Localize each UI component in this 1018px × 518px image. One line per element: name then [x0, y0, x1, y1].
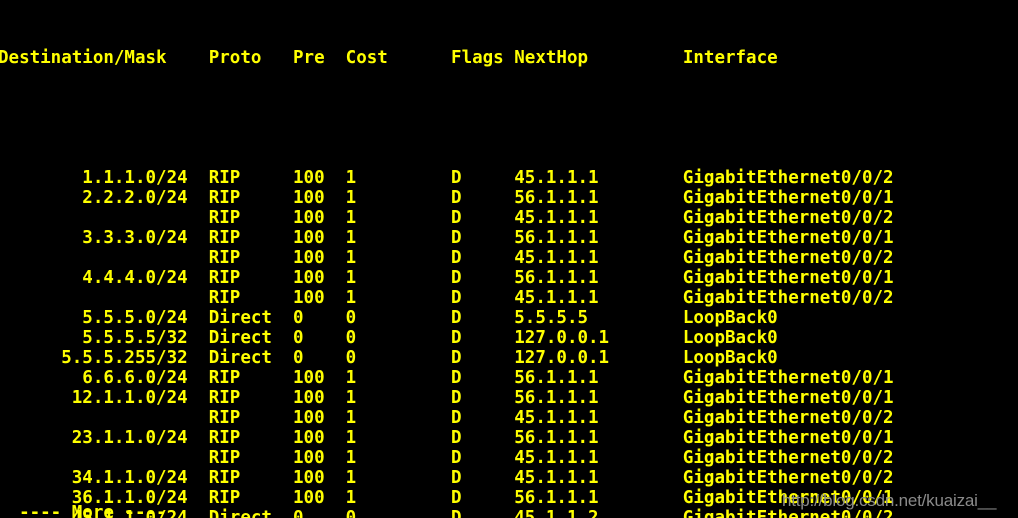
- table-row: RIP 100 1 D 45.1.1.1 GigabitEthernet0/0/…: [0, 208, 894, 228]
- table-row: 23.1.1.0/24 RIP 100 1 D 56.1.1.1 Gigabit…: [0, 428, 894, 448]
- table-row: 5.5.5.255/32 Direct 0 0 D 127.0.0.1 Loop…: [0, 348, 778, 368]
- table-row: RIP 100 1 D 45.1.1.1 GigabitEthernet0/0/…: [0, 408, 894, 428]
- table-row: 34.1.1.0/24 RIP 100 1 D 45.1.1.1 Gigabit…: [0, 468, 894, 488]
- table-row: 12.1.1.0/24 RIP 100 1 D 56.1.1.1 Gigabit…: [0, 388, 894, 408]
- table-header-row: Destination/Mask Proto Pre Cost Flags Ne…: [0, 48, 778, 68]
- table-row: 2.2.2.0/24 RIP 100 1 D 56.1.1.1 GigabitE…: [0, 188, 894, 208]
- table-row: RIP 100 1 D 45.1.1.1 GigabitEthernet0/0/…: [0, 248, 894, 268]
- table-row: 5.5.5.0/24 Direct 0 0 D 5.5.5.5 LoopBack…: [0, 308, 778, 328]
- table-row: 5.5.5.5/32 Direct 0 0 D 127.0.0.1 LoopBa…: [0, 328, 778, 348]
- more-prompt[interactable]: ---- More ----: [0, 503, 167, 518]
- route-table-body: 1.1.1.0/24 RIP 100 1 D 45.1.1.1 GigabitE…: [0, 168, 1018, 518]
- table-row: 4.4.4.0/24 RIP 100 1 D 56.1.1.1 GigabitE…: [0, 268, 894, 288]
- table-row: 3.3.3.0/24 RIP 100 1 D 56.1.1.1 GigabitE…: [0, 228, 894, 248]
- table-row: RIP 100 1 D 45.1.1.1 GigabitEthernet0/0/…: [0, 288, 894, 308]
- route-table-output: Destination/Mask Proto Pre Cost Flags Ne…: [0, 8, 1018, 518]
- table-row: RIP 100 1 D 45.1.1.1 GigabitEthernet0/0/…: [0, 448, 894, 468]
- table-row: 6.6.6.0/24 RIP 100 1 D 56.1.1.1 GigabitE…: [0, 368, 894, 388]
- terminal-window[interactable]: Destination/Mask Proto Pre Cost Flags Ne…: [0, 0, 1018, 518]
- blog-watermark: http://blog.csdn.net/kuaizai__: [782, 491, 997, 510]
- table-row: 1.1.1.0/24 RIP 100 1 D 45.1.1.1 GigabitE…: [0, 168, 894, 188]
